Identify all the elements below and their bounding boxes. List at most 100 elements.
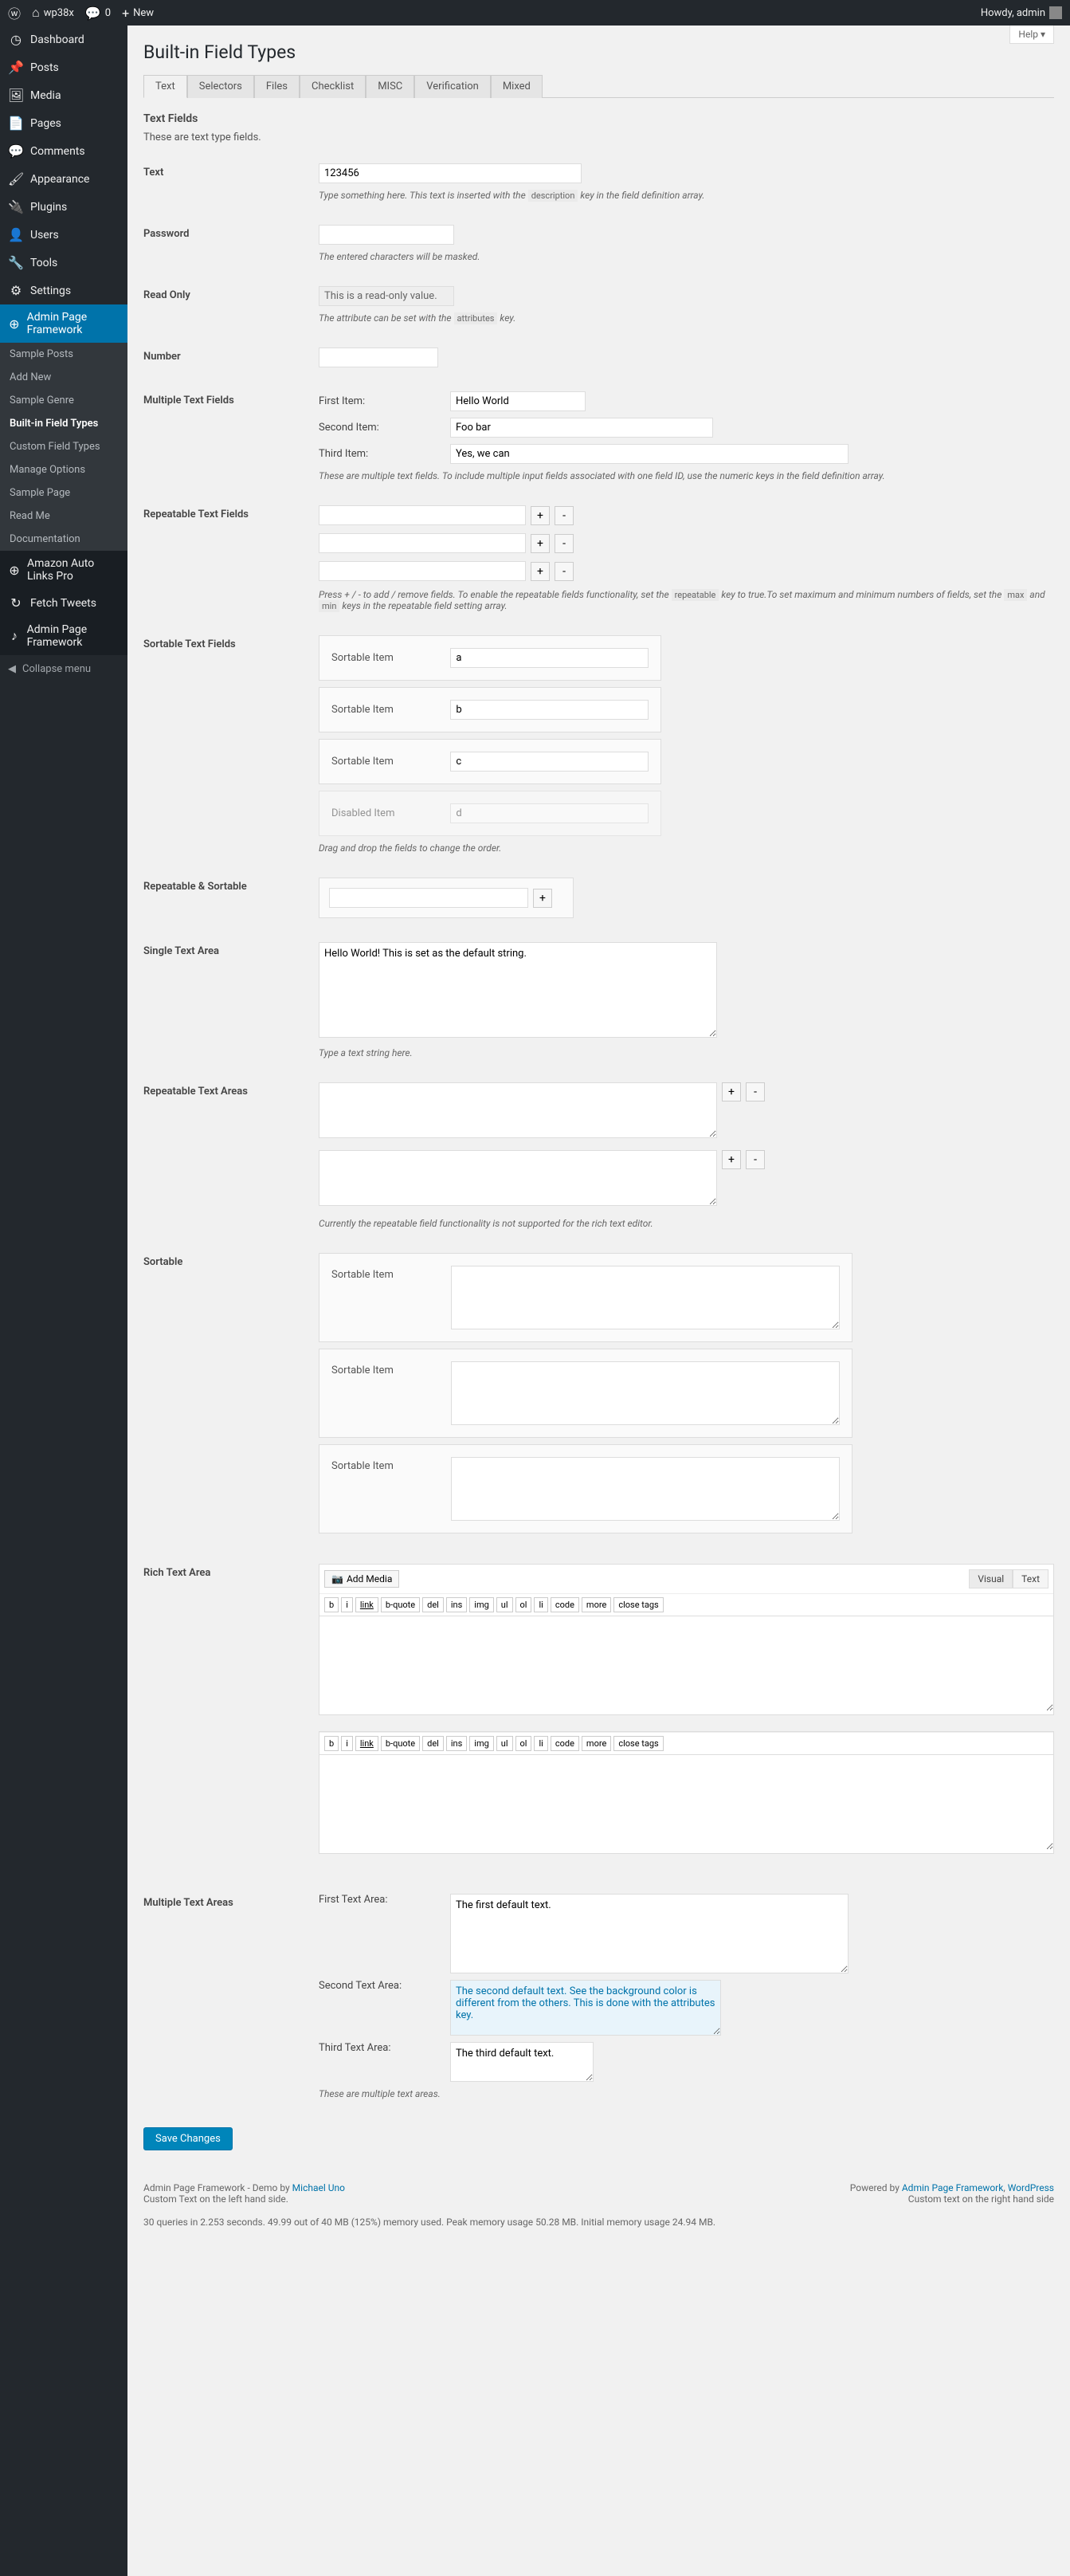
sortable-item[interactable]: Sortable Item bbox=[319, 635, 661, 681]
multi-textarea[interactable]: The third default text. bbox=[450, 2042, 594, 2082]
tab-misc[interactable]: MISC bbox=[366, 75, 414, 98]
sidebar-item[interactable]: ↻Fetch Tweets bbox=[0, 589, 127, 617]
howdy-link[interactable]: Howdy, admin bbox=[981, 6, 1062, 19]
rep-input[interactable] bbox=[319, 505, 526, 525]
tab-files[interactable]: Files bbox=[254, 75, 300, 98]
sidebar-item[interactable]: 🖌Appearance bbox=[0, 165, 127, 193]
submenu-item[interactable]: Sample Page bbox=[0, 481, 127, 505]
sortable-item[interactable]: Sortable Item bbox=[319, 739, 661, 784]
rich-textarea[interactable] bbox=[319, 1754, 1053, 1850]
wp-logo[interactable]: ⓦ bbox=[8, 3, 21, 22]
sortable-input[interactable] bbox=[450, 752, 649, 772]
ql-img[interactable]: img bbox=[469, 1597, 494, 1612]
tab-selectors[interactable]: Selectors bbox=[187, 75, 254, 98]
add-button[interactable]: + bbox=[531, 534, 550, 553]
add-button[interactable]: + bbox=[722, 1150, 741, 1169]
ql-b[interactable]: b bbox=[324, 1736, 339, 1751]
tab-checklist[interactable]: Checklist bbox=[300, 75, 366, 98]
rep-input[interactable] bbox=[319, 561, 526, 581]
ql-ul[interactable]: ul bbox=[496, 1597, 513, 1612]
text-input[interactable] bbox=[319, 163, 582, 183]
number-input[interactable] bbox=[319, 348, 438, 367]
ql-ins[interactable]: ins bbox=[446, 1736, 467, 1751]
multi-textarea[interactable]: The first default text. bbox=[450, 1894, 849, 1973]
add-button[interactable]: + bbox=[531, 506, 550, 525]
ql-img[interactable]: img bbox=[469, 1736, 494, 1751]
sortable-input[interactable] bbox=[450, 700, 649, 720]
submenu-item[interactable]: Custom Field Types bbox=[0, 435, 127, 458]
password-input[interactable] bbox=[319, 225, 454, 245]
ql-li[interactable]: li bbox=[534, 1597, 547, 1612]
multi-input[interactable] bbox=[450, 391, 586, 411]
multi-input[interactable] bbox=[450, 418, 713, 438]
ql-i[interactable]: i bbox=[341, 1597, 353, 1612]
sidebar-item[interactable]: 📌Posts bbox=[0, 53, 127, 81]
submenu-item[interactable]: Add New bbox=[0, 366, 127, 389]
text-tab[interactable]: Text bbox=[1013, 1569, 1048, 1588]
rep-textarea[interactable] bbox=[319, 1082, 717, 1138]
tab-text[interactable]: Text bbox=[143, 75, 187, 98]
repsort-input[interactable] bbox=[329, 888, 528, 908]
rep-textarea[interactable] bbox=[319, 1150, 717, 1206]
submenu-item[interactable]: Built-in Field Types bbox=[0, 412, 127, 435]
sidebar-item[interactable]: 🔌Plugins bbox=[0, 193, 127, 221]
sortable-ta-item[interactable]: Sortable Item bbox=[319, 1253, 852, 1342]
ql-ol[interactable]: ol bbox=[515, 1736, 532, 1751]
remove-button[interactable]: - bbox=[746, 1150, 765, 1169]
submenu-item[interactable]: Sample Posts bbox=[0, 343, 127, 366]
remove-button[interactable]: - bbox=[555, 534, 574, 553]
repsort-box[interactable]: + bbox=[319, 878, 574, 918]
ql-code[interactable]: code bbox=[551, 1597, 579, 1612]
submenu-item[interactable]: Documentation bbox=[0, 528, 127, 551]
sortable-input[interactable] bbox=[450, 648, 649, 668]
ql-ol[interactable]: ol bbox=[515, 1597, 532, 1612]
sidebar-item[interactable]: 🔧Tools bbox=[0, 249, 127, 277]
sidebar-item[interactable]: ⚙Settings bbox=[0, 277, 127, 304]
remove-button[interactable]: - bbox=[746, 1082, 765, 1101]
ql-code[interactable]: code bbox=[551, 1736, 579, 1751]
collapse-menu[interactable]: ◀Collapse menu bbox=[0, 655, 127, 683]
sidebar-item[interactable]: 🖼Media bbox=[0, 81, 127, 109]
wp-link[interactable]: WordPress bbox=[1008, 2182, 1054, 2193]
ql-i[interactable]: i bbox=[341, 1736, 353, 1751]
submenu-item[interactable]: Sample Genre bbox=[0, 389, 127, 412]
sidebar-item[interactable]: ♪Admin Page Framework bbox=[0, 617, 127, 655]
sortable-textarea[interactable] bbox=[451, 1457, 840, 1521]
apf-link[interactable]: Admin Page Framework bbox=[902, 2182, 1004, 2193]
tab-verification[interactable]: Verification bbox=[414, 75, 491, 98]
sidebar-item[interactable]: ◷Dashboard bbox=[0, 26, 127, 53]
multi-input[interactable] bbox=[450, 444, 849, 464]
remove-button[interactable]: - bbox=[555, 506, 574, 525]
new-link[interactable]: +New bbox=[122, 6, 154, 21]
ql-b-quote[interactable]: b-quote bbox=[381, 1736, 420, 1751]
add-button[interactable]: + bbox=[533, 889, 552, 908]
multi-textarea[interactable]: The second default text. See the backgro… bbox=[450, 1980, 721, 2036]
sortable-textarea[interactable] bbox=[451, 1266, 840, 1329]
ql-b[interactable]: b bbox=[324, 1597, 339, 1612]
single-textarea[interactable]: Hello World! This is set as the default … bbox=[319, 942, 717, 1038]
submenu-item[interactable]: Manage Options bbox=[0, 458, 127, 481]
ql-link[interactable]: link bbox=[355, 1597, 378, 1612]
sidebar-item[interactable]: 👤Users bbox=[0, 221, 127, 249]
sidebar-item[interactable]: 💬Comments bbox=[0, 137, 127, 165]
sidebar-item[interactable]: ⊕Amazon Auto Links Pro bbox=[0, 551, 127, 589]
ql-close tags[interactable]: close tags bbox=[613, 1736, 663, 1751]
remove-button[interactable]: - bbox=[555, 562, 574, 581]
sortable-textarea[interactable] bbox=[451, 1361, 840, 1425]
site-link[interactable]: ⌂wp38x bbox=[32, 5, 74, 21]
save-button[interactable]: Save Changes bbox=[143, 2127, 233, 2150]
ql-link[interactable]: link bbox=[355, 1736, 378, 1751]
ql-b-quote[interactable]: b-quote bbox=[381, 1597, 420, 1612]
tab-mixed[interactable]: Mixed bbox=[491, 75, 543, 98]
ql-ins[interactable]: ins bbox=[446, 1597, 467, 1612]
sidebar-item[interactable]: 📄Pages bbox=[0, 109, 127, 137]
rep-input[interactable] bbox=[319, 533, 526, 553]
ql-more[interactable]: more bbox=[582, 1736, 611, 1751]
ql-ul[interactable]: ul bbox=[496, 1736, 513, 1751]
sortable-ta-item[interactable]: Sortable Item bbox=[319, 1444, 852, 1533]
sortable-item[interactable]: Sortable Item bbox=[319, 687, 661, 732]
sortable-ta-item[interactable]: Sortable Item bbox=[319, 1349, 852, 1438]
add-button[interactable]: + bbox=[722, 1082, 741, 1101]
ql-li[interactable]: li bbox=[534, 1736, 547, 1751]
add-media-button[interactable]: 📷Add Media bbox=[324, 1570, 399, 1588]
